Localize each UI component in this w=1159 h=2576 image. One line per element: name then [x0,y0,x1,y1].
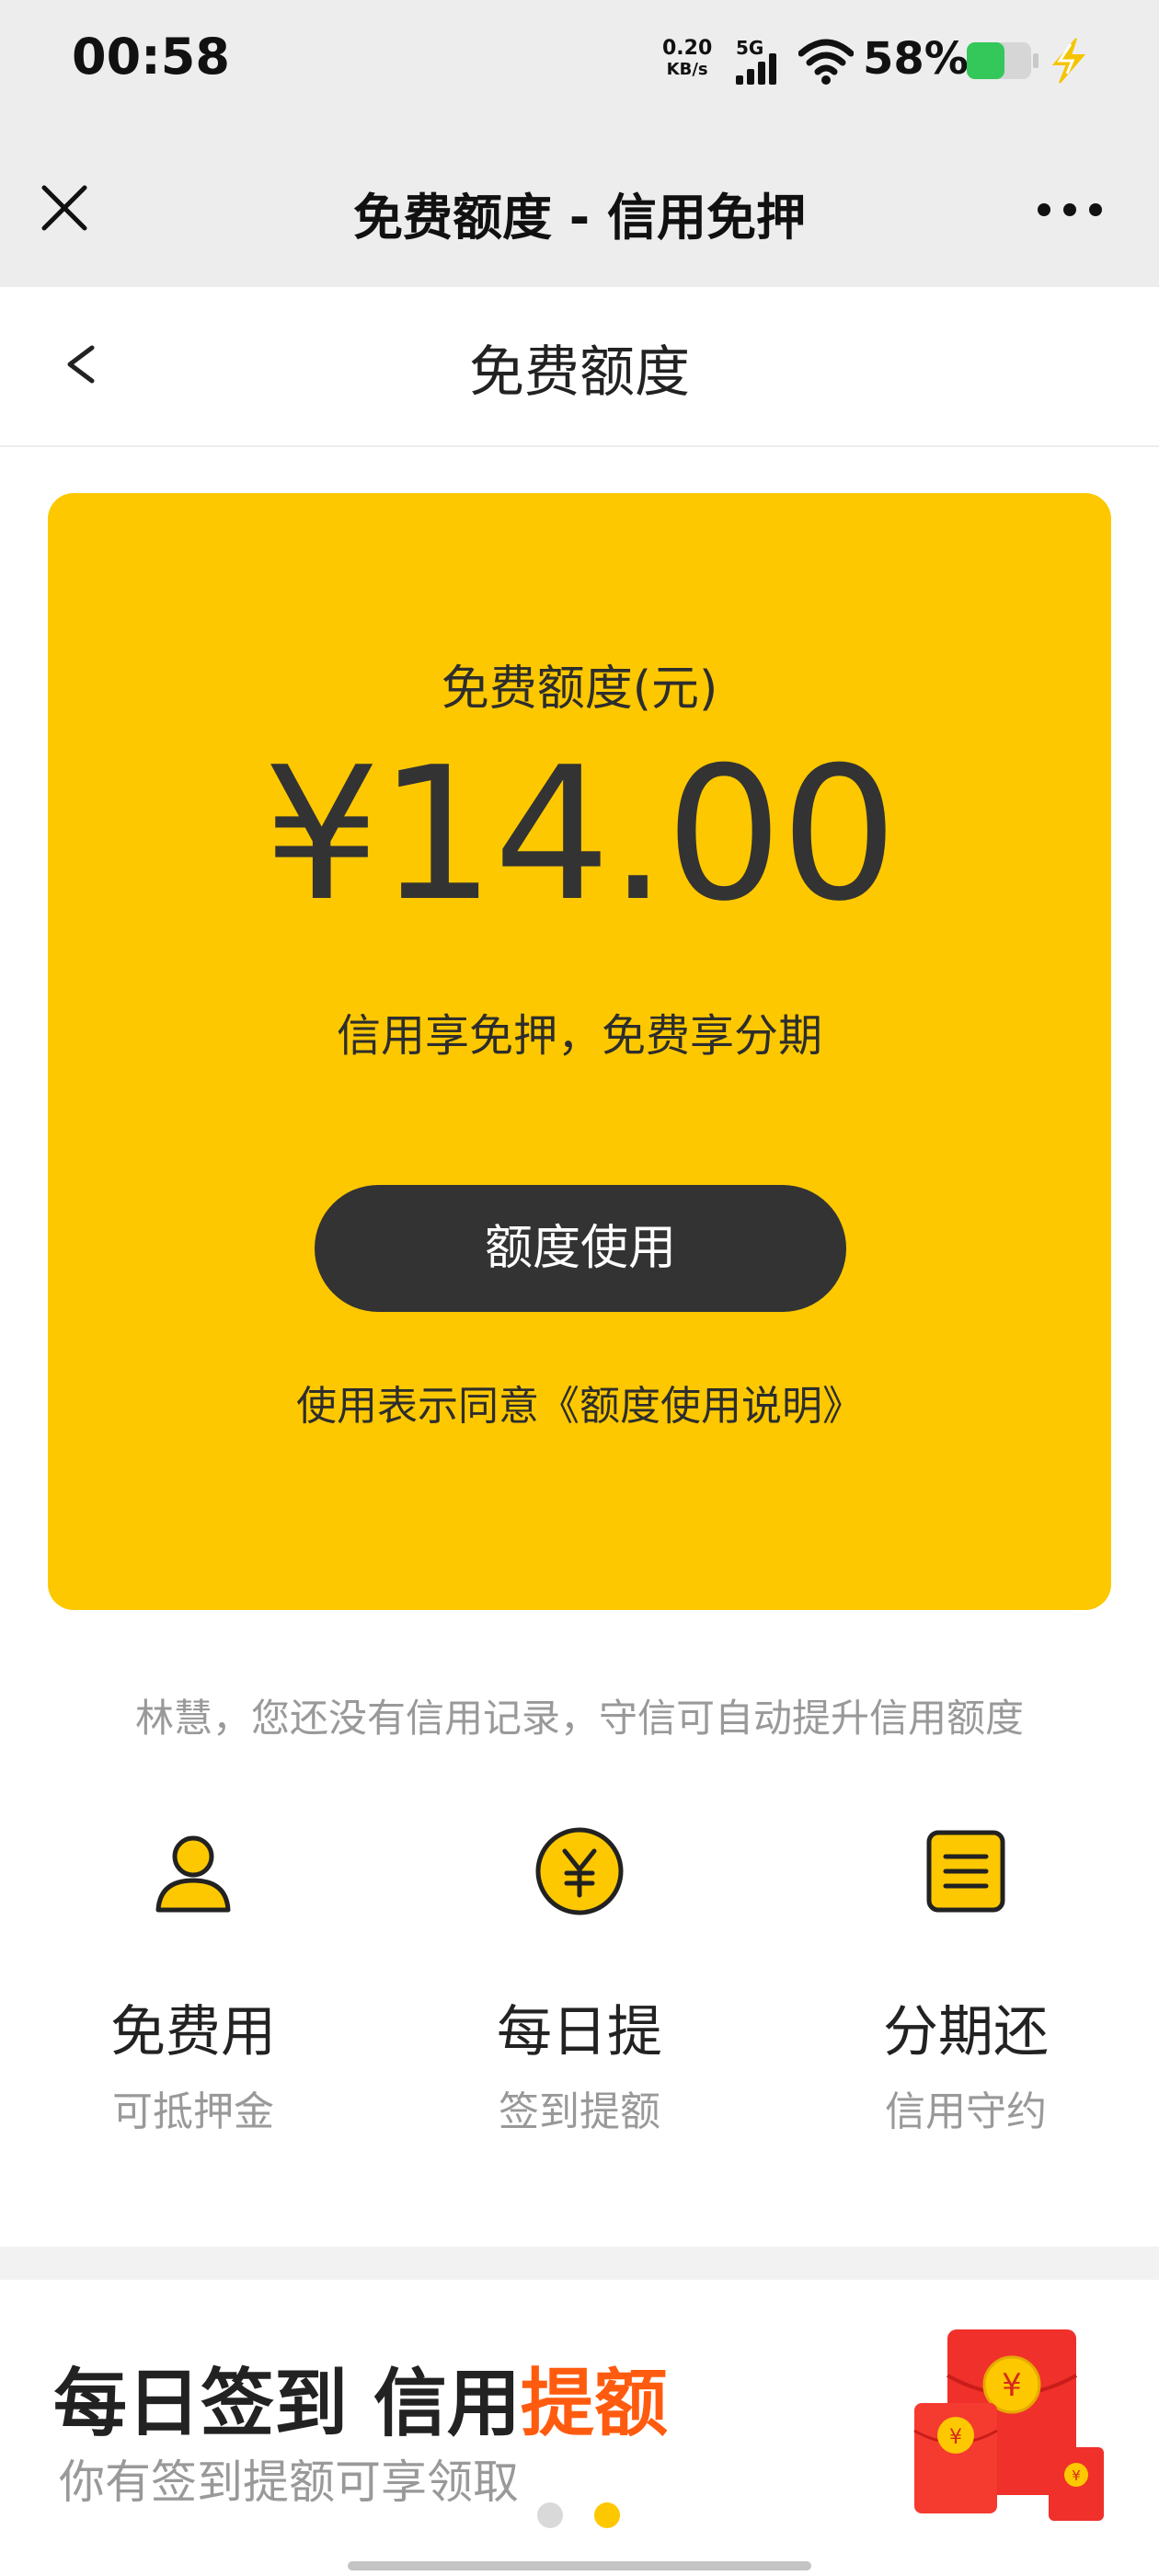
user-icon [155,1835,231,1913]
battery-icon [967,42,1039,79]
home-indicator[interactable] [348,2561,811,2570]
feature-title: 每日提 [497,2000,662,2064]
agreement-link[interactable]: 使用表示同意《额度使用说明》 [48,1373,1111,1432]
more-options-icon[interactable] [1035,195,1105,224]
feature-title: 分期还 [883,2000,1049,2064]
list-icon [926,1830,1005,1913]
feature-subtitle: 信用守约 [885,2088,1047,2135]
carousel-dot-active[interactable] [594,2502,620,2528]
cellular-signal-icon [736,53,776,85]
svg-text:¥: ¥ [949,2426,962,2449]
banner-title-text: 每日签到 信用 [53,2361,521,2446]
quota-amount: ¥14.00 [263,728,898,942]
page-title: 免费额度 [469,340,690,405]
feature-title: 免费用 [110,2000,276,2064]
quota-slogan: 信用享免押，免费享分期 [336,1010,822,1062]
credit-tip: 林慧，您还没有信用记录，守信可自动提升信用额度 [134,1696,1024,1741]
wifi-icon [798,39,854,85]
status-time: 00:58 [72,28,230,86]
battery-percent: 58% [863,33,969,85]
banner-title-highlight: 提额 [520,2361,668,2446]
use-quota-button[interactable]: 额度使用 [315,1185,846,1312]
network-speed-value: 0.20 [662,37,713,60]
banner-subtitle: 你有签到提额可享领取 [59,2455,519,2509]
svg-text:¥: ¥ [1072,2467,1081,2484]
network-speed-unit: KB/s [666,60,708,79]
quota-card: 免费额度(元) ¥14.00 信用享免押，免费享分期 额度使用 使用表示同意《额… [48,493,1111,1610]
feature-daily-raise[interactable]: 每日提 签到提额 [442,1825,717,2137]
network-speed: 0.20 KB/s [662,37,712,79]
section-divider [0,2247,1159,2280]
svg-text:¥: ¥ [1002,2367,1022,2404]
feature-subtitle: 可抵押金 [112,2088,274,2135]
charging-bolt-icon [1051,38,1086,84]
quota-label: 免费额度(元) [441,661,718,717]
window-title: 免费额度 - 信用免押 [352,189,806,247]
carousel-dot[interactable] [537,2502,563,2528]
banner-title[interactable]: 每日签到 信用提额 [53,2344,668,2451]
yen-coin-icon [535,1827,624,1915]
feature-free-use[interactable]: 免费用 可抵押金 [55,1825,331,2137]
red-envelope-icon: ¥ ¥ ¥ [913,2329,1104,2521]
feature-installment[interactable]: 分期还 信用守约 [828,1825,1104,2137]
feature-subtitle: 签到提额 [499,2088,660,2135]
